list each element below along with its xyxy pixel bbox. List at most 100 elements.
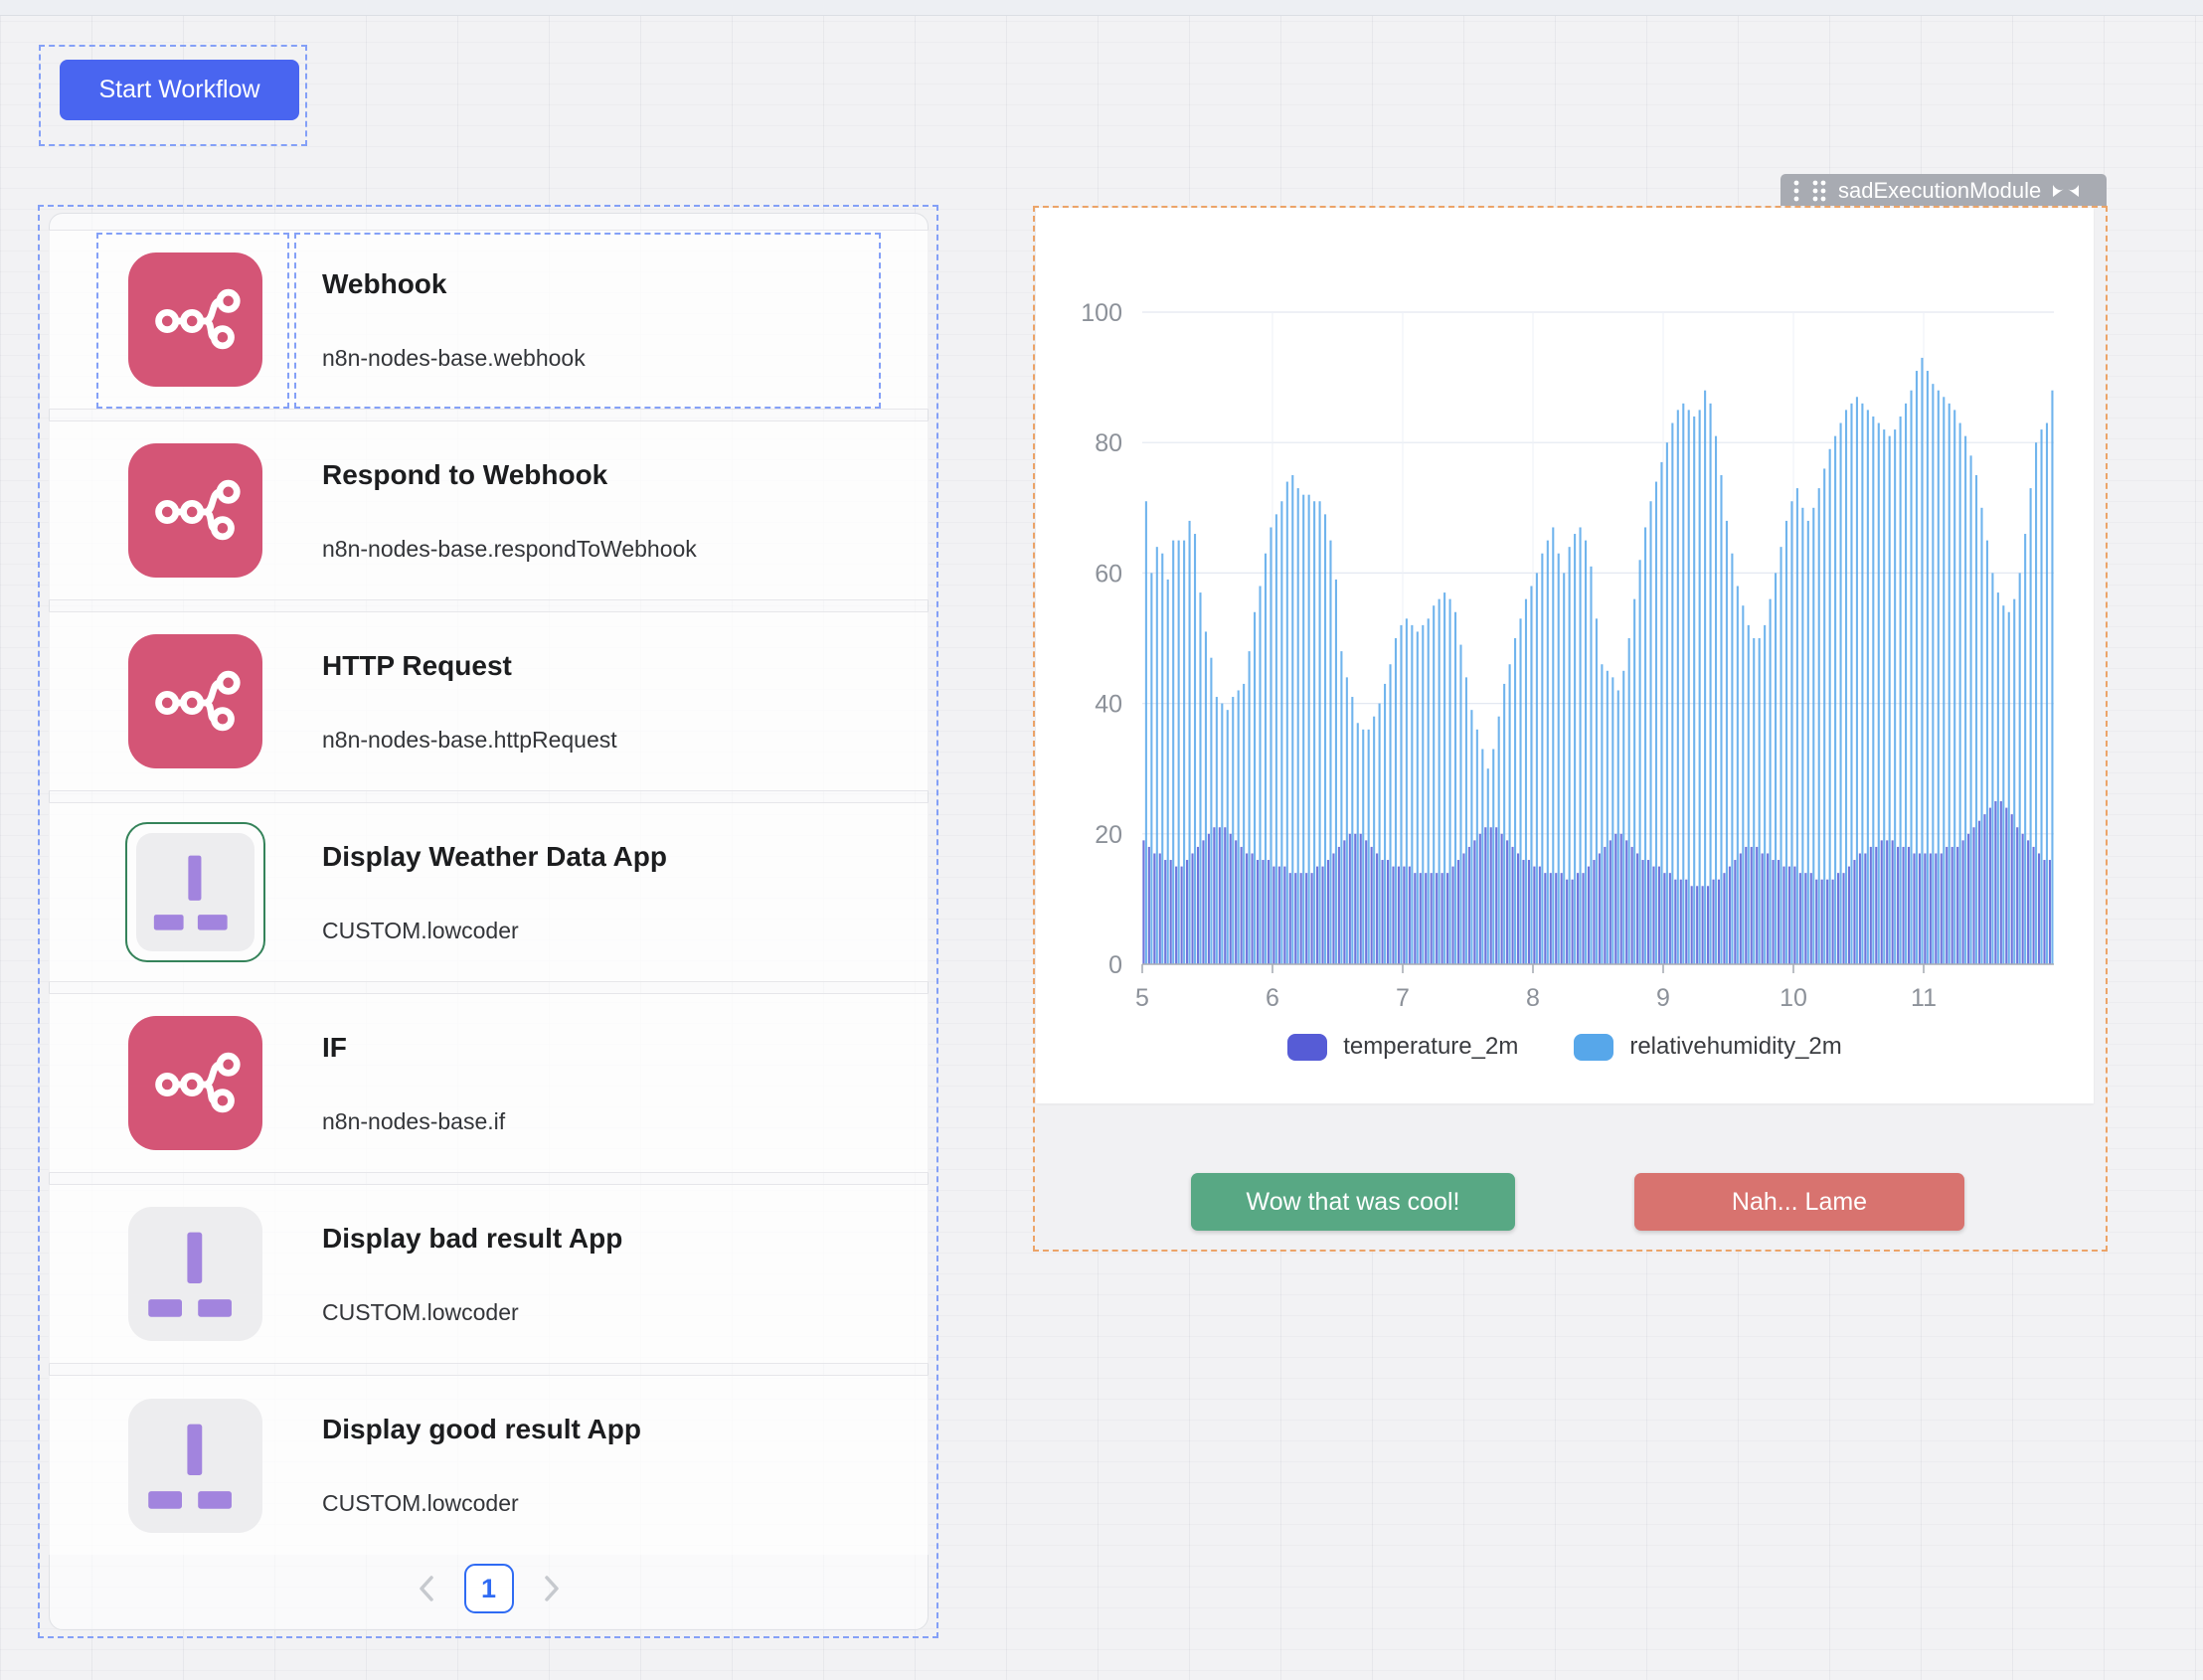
temperature_2m-bar xyxy=(1778,860,1779,964)
drag-handle-grid-icon[interactable] xyxy=(1810,178,1828,204)
temperature_2m-bar xyxy=(1246,853,1248,964)
temperature_2m-bar xyxy=(1153,853,1155,964)
legend-item-temperature[interactable]: temperature_2m xyxy=(1287,1033,1518,1061)
temperature_2m-bar xyxy=(1409,867,1411,964)
editor-canvas: { "toolbar": { "start_workflow_label": "… xyxy=(0,0,2203,1680)
temperature_2m-bar xyxy=(1978,821,1980,964)
relativehumidity_2m-bar xyxy=(1433,605,1435,964)
relativehumidity_2m-bar xyxy=(1238,690,1240,964)
module-title-bar[interactable]: sadExecutionModule xyxy=(1780,174,2107,207)
relativehumidity_2m-bar xyxy=(1189,521,1191,964)
temperature_2m-bar xyxy=(1462,853,1464,964)
relativehumidity_2m-bar xyxy=(1308,495,1310,964)
module-name-label: sadExecutionModule xyxy=(1838,178,2041,204)
relativehumidity_2m-bar xyxy=(1812,508,1814,964)
relativehumidity_2m-bar xyxy=(1465,677,1467,964)
row-icon-slot xyxy=(128,1399,262,1533)
relativehumidity_2m-bar xyxy=(1818,488,1820,964)
relativehumidity_2m-bar xyxy=(1514,638,1516,964)
temperature_2m-bar xyxy=(1561,873,1563,964)
temperature_2m-bar xyxy=(1262,860,1264,964)
relativehumidity_2m-bar xyxy=(1346,677,1348,964)
temperature_2m-bar xyxy=(2027,840,2029,964)
relativehumidity_2m-bar xyxy=(1210,658,1212,964)
y-axis-label: 100 xyxy=(1081,299,1122,327)
feedback-positive-button[interactable]: Wow that was cool! xyxy=(1191,1173,1515,1231)
temperature_2m-bar xyxy=(1913,853,1915,964)
list-item-if[interactable]: IF n8n-nodes-base.if xyxy=(49,993,929,1173)
x-axis-label: 6 xyxy=(1266,984,1279,1012)
relativehumidity_2m-bar xyxy=(1753,638,1755,964)
temperature_2m-bar xyxy=(1767,853,1769,964)
list-item-display-bad-result-app[interactable]: Display bad result App CUSTOM.lowcoder xyxy=(49,1184,929,1364)
page-number-button[interactable]: 1 xyxy=(464,1564,514,1613)
temperature_2m-bar xyxy=(1756,847,1758,964)
chevron-left-icon[interactable] xyxy=(417,1574,436,1603)
relativehumidity_2m-bar xyxy=(1232,697,1234,964)
temperature_2m-bar xyxy=(1490,827,1492,964)
relativehumidity_2m-bar xyxy=(1150,573,1152,964)
y-axis-label: 0 xyxy=(1108,951,1122,979)
temperature_2m-bar xyxy=(1181,867,1183,964)
temperature_2m-bar xyxy=(1283,867,1285,964)
x-axis-label: 10 xyxy=(1779,984,1807,1012)
temperature_2m-bar xyxy=(1951,847,1953,964)
temperature_2m-bar xyxy=(1175,867,1177,964)
relativehumidity_2m-bar xyxy=(1639,560,1641,964)
relativehumidity_2m-bar xyxy=(2019,573,2021,964)
relativehumidity_2m-bar xyxy=(1980,508,1982,964)
relativehumidity_2m-bar xyxy=(1411,625,1413,964)
relativehumidity_2m-bar xyxy=(1682,404,1684,964)
temperature_2m-bar xyxy=(1685,880,1687,964)
feedback-negative-button[interactable]: Nah... Lame xyxy=(1634,1173,1964,1231)
relativehumidity_2m-bar xyxy=(1167,580,1169,964)
list-item-display-good-result-app[interactable]: Display good result App CUSTOM.lowcoder xyxy=(49,1375,929,1555)
relativehumidity_2m-bar xyxy=(1379,704,1381,964)
list-item-subtitle: CUSTOM.lowcoder xyxy=(322,1490,641,1516)
relativehumidity_2m-bar xyxy=(1205,631,1207,964)
relativehumidity_2m-bar xyxy=(1779,547,1781,964)
legend-item-humidity[interactable]: relativehumidity_2m xyxy=(1574,1033,1841,1061)
relativehumidity_2m-bar xyxy=(1905,404,1907,964)
temperature_2m-bar xyxy=(1376,853,1378,964)
temperature_2m-bar xyxy=(1473,840,1475,964)
relativehumidity_2m-bar xyxy=(1286,482,1288,964)
relativehumidity_2m-bar xyxy=(1249,651,1251,964)
list-item-webhook[interactable]: Webhook n8n-nodes-base.webhook xyxy=(49,230,929,410)
temperature_2m-bar xyxy=(1186,860,1188,964)
temperature_2m-bar xyxy=(1712,880,1714,964)
relativehumidity_2m-bar xyxy=(1991,573,1993,964)
relativehumidity_2m-bar xyxy=(1883,429,1885,964)
temperature_2m-bar xyxy=(1674,880,1676,964)
temperature_2m-bar xyxy=(1881,840,1883,964)
list-item-subtitle: n8n-nodes-base.httpRequest xyxy=(322,727,617,753)
relativehumidity_2m-bar xyxy=(1964,436,1966,964)
drag-handle-icon[interactable] xyxy=(1792,178,1800,204)
temperature_2m-bar xyxy=(1365,840,1367,964)
relativehumidity_2m-bar xyxy=(1395,638,1397,964)
list-item-display-weather-data-app[interactable]: Display Weather Data App CUSTOM.lowcoder xyxy=(49,802,929,982)
relativehumidity_2m-bar xyxy=(1454,612,1456,964)
relativehumidity_2m-bar xyxy=(1726,521,1728,964)
relativehumidity_2m-bar xyxy=(1563,573,1565,964)
list-item-title: Webhook xyxy=(322,269,586,299)
relativehumidity_2m-bar xyxy=(1319,501,1321,964)
list-item-subtitle: CUSTOM.lowcoder xyxy=(322,918,667,943)
list-item-title: Display Weather Data App xyxy=(322,842,667,872)
chevron-right-icon[interactable] xyxy=(542,1574,562,1603)
relativehumidity_2m-bar xyxy=(1357,723,1359,964)
temperature_2m-bar xyxy=(2049,860,2051,964)
relativehumidity_2m-bar xyxy=(1280,501,1282,964)
list-item-respond-to-webhook[interactable]: Respond to Webhook n8n-nodes-base.respon… xyxy=(49,420,929,600)
legend-label: relativehumidity_2m xyxy=(1629,1033,1841,1061)
relativehumidity_2m-bar xyxy=(1270,527,1271,964)
list-item-http-request[interactable]: HTTP Request n8n-nodes-base.httpRequest xyxy=(49,611,929,791)
relativehumidity_2m-bar xyxy=(1649,501,1651,964)
relativehumidity_2m-bar xyxy=(1677,410,1679,964)
start-workflow-button[interactable]: Start Workflow xyxy=(60,60,299,120)
temperature_2m-bar xyxy=(1610,840,1611,964)
relativehumidity_2m-bar xyxy=(1759,638,1761,964)
temperature_2m-bar xyxy=(1886,840,1888,964)
relativehumidity_2m-bar xyxy=(1644,527,1646,964)
temperature_2m-bar xyxy=(1740,853,1742,964)
